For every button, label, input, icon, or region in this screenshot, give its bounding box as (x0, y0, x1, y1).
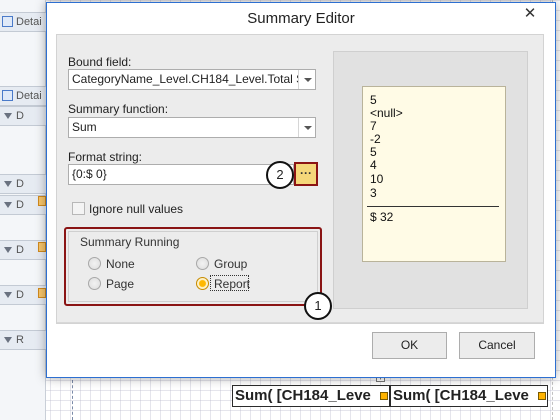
preview-total: $ 32 (370, 210, 394, 224)
bound-field-label: Bound field: (68, 55, 132, 69)
callout-2: 2 (266, 161, 294, 189)
preview-value: 4 (370, 158, 377, 172)
title-bar[interactable]: Summary Editor ✕ (47, 3, 555, 33)
format-string-label: Format string: (68, 150, 143, 164)
preview-value: 10 (370, 172, 384, 186)
smart-tag-icon[interactable] (380, 392, 388, 400)
radio-report-label: Report (214, 277, 251, 291)
collapse-icon[interactable] (4, 292, 12, 298)
summary-cell[interactable]: Sum( [CH184_Leve (232, 385, 390, 407)
radio-group-label: Group (214, 257, 248, 271)
ok-button[interactable]: OK (372, 332, 447, 359)
group-icon (38, 196, 46, 206)
band-row[interactable]: D (0, 106, 46, 126)
band-icon (2, 90, 13, 101)
cancel-button[interactable]: Cancel (459, 332, 535, 359)
guide-line (72, 380, 73, 420)
collapse-icon[interactable] (4, 247, 12, 253)
ignore-null-checkbox[interactable] (72, 202, 85, 215)
ignore-null-label: Ignore null values (89, 202, 184, 216)
radio-none-label: None (106, 257, 135, 271)
preview-value: 3 (370, 186, 377, 200)
smart-tag-icon[interactable] (538, 392, 546, 400)
radio-page-label: Page (106, 277, 135, 291)
format-string-input[interactable]: {0:$ 0} (68, 164, 294, 185)
footer-divider (57, 322, 543, 323)
band-detail[interactable]: Detai (0, 12, 46, 32)
close-icon[interactable]: ✕ (513, 4, 547, 24)
dialog-title: Summary Editor (247, 10, 355, 27)
preview-total-divider (367, 206, 499, 207)
band-row[interactable]: D (0, 174, 46, 194)
chevron-down-icon[interactable] (298, 118, 315, 137)
collapse-icon[interactable] (4, 113, 12, 119)
collapse-icon[interactable] (4, 337, 12, 343)
summary-running-title: Summary Running (80, 235, 180, 249)
summary-function-label: Summary function: (68, 102, 169, 116)
callout-1: 1 (304, 292, 332, 320)
summary-function-select[interactable]: Sum (68, 117, 316, 138)
radio-page[interactable] (88, 277, 101, 290)
band-icon (2, 16, 13, 27)
format-string-ellipsis-button[interactable]: ··· (294, 162, 318, 186)
chevron-down-icon[interactable] (298, 70, 315, 89)
radio-group[interactable] (196, 257, 209, 270)
band-row[interactable]: R (0, 330, 46, 350)
collapse-icon[interactable] (4, 202, 12, 208)
radio-report[interactable] (196, 277, 209, 290)
group-icon (38, 242, 46, 252)
summary-cell[interactable]: Sum( [CH184_Leve (390, 385, 548, 407)
group-icon (38, 288, 46, 298)
band-detail[interactable]: Detai (0, 86, 46, 106)
radio-none[interactable] (88, 257, 101, 270)
band-panel: Detai Detai D D D D D R (0, 0, 46, 420)
collapse-icon[interactable] (4, 181, 12, 187)
bound-field-select[interactable]: CategoryName_Level.CH184_Level.Total Sal… (68, 69, 316, 90)
